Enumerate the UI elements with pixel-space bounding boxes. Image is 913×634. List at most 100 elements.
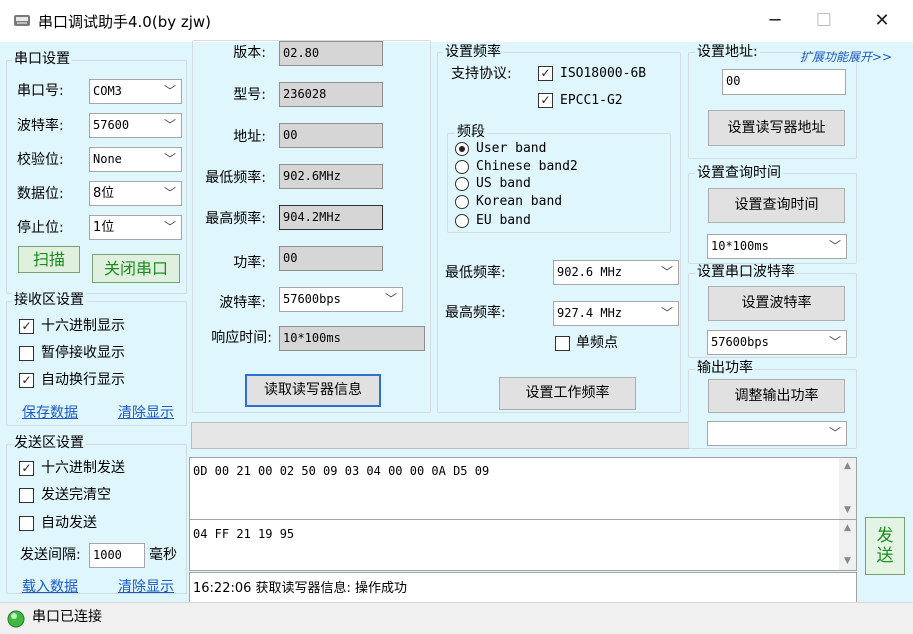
power-value: 00 xyxy=(283,251,298,265)
parity-select[interactable]: None ﹀ xyxy=(89,147,182,172)
expand-functions-link[interactable]: 扩展功能展开>> xyxy=(800,48,892,65)
databits-label: 数据位: xyxy=(17,186,64,202)
iso18000-label: ISO18000-6B xyxy=(560,66,647,81)
chevron-down-icon: ﹀ xyxy=(660,265,673,279)
address-field: 00 xyxy=(279,123,383,148)
connected-status-icon xyxy=(7,610,25,628)
clear-send-link[interactable]: 清除显示 xyxy=(118,576,174,596)
chevron-down-icon: ﹀ xyxy=(163,118,176,132)
min-freq-label: 最低频率: xyxy=(205,170,266,186)
set-query-time-button[interactable]: 设置查询时间 xyxy=(708,188,845,223)
hex-send-checkbox[interactable]: ✓ xyxy=(19,461,34,476)
autowrap-checkbox[interactable]: ✓ xyxy=(19,373,34,388)
close-window-button[interactable]: ✕ xyxy=(859,0,905,42)
port-select[interactable]: COM3 ﹀ xyxy=(89,79,182,104)
set-baud-button[interactable]: 设置波特率 xyxy=(708,286,845,321)
pause-checkbox[interactable] xyxy=(19,346,34,361)
scan-button[interactable]: 扫描 xyxy=(18,246,80,273)
log-box: 16:22:06 获取读写器信息: 操作成功 xyxy=(189,572,857,603)
minimize-button[interactable]: ─ xyxy=(752,0,798,42)
freq-max-label: 最高频率: xyxy=(445,305,506,321)
load-data-link[interactable]: 载入数据 xyxy=(22,576,78,596)
close-port-button[interactable]: 关闭串口 xyxy=(92,254,180,283)
baud-info-select[interactable]: 57600bps ﹀ xyxy=(279,287,403,312)
model-field: 236028 xyxy=(279,82,383,107)
address-input-value: 00 xyxy=(726,74,741,88)
address-settings-title: 设置地址: xyxy=(695,44,760,60)
output-power-select[interactable]: ﹀ xyxy=(707,421,847,446)
single-freq-label: 单频点 xyxy=(576,335,618,351)
save-data-link[interactable]: 保存数据 xyxy=(22,402,78,422)
auto-send-checkbox[interactable] xyxy=(19,516,34,531)
serial-baud-title: 设置串口波特率 xyxy=(695,264,797,280)
interval-input[interactable]: 1000 xyxy=(89,543,145,568)
output-power-title: 输出功率 xyxy=(695,360,755,376)
maximize-button[interactable]: ☐ xyxy=(801,0,847,42)
parity-label: 校验位: xyxy=(17,152,64,168)
band-label-eu: EU band xyxy=(476,213,531,228)
band-radio-chinese[interactable] xyxy=(455,160,469,174)
clear-receive-link[interactable]: 清除显示 xyxy=(118,402,174,422)
set-address-button[interactable]: 设置读写器地址 xyxy=(708,110,845,146)
receive-textarea[interactable]: 0D 00 21 00 02 50 09 03 04 00 00 0A D5 0… xyxy=(189,457,857,520)
chevron-down-icon: ﹀ xyxy=(828,426,841,440)
receive-scrollbar[interactable]: ▲ ▼ xyxy=(839,458,856,519)
band-label-us: US band xyxy=(476,176,531,191)
status-bar: 串口已连接 xyxy=(0,602,913,634)
hex-display-checkbox[interactable]: ✓ xyxy=(19,319,34,334)
send-textarea[interactable]: 04 FF 21 19 95 ▲ ▼ xyxy=(189,519,857,571)
address-input[interactable]: 00 xyxy=(722,69,846,95)
freq-max-select[interactable]: 927.4 MHz ﹀ xyxy=(553,301,679,326)
databits-value: 8位 xyxy=(93,186,115,201)
iso18000-checkbox[interactable]: ✓ xyxy=(538,66,553,81)
clear-after-label: 发送完清空 xyxy=(41,487,111,503)
baud-select[interactable]: 57600 ﹀ xyxy=(89,113,182,138)
power-label: 功率: xyxy=(233,255,266,271)
send-scrollbar[interactable]: ▲ ▼ xyxy=(839,520,856,570)
query-time-select[interactable]: 10*100ms ﹀ xyxy=(707,234,847,259)
band-radio-korean[interactable] xyxy=(455,195,469,209)
status-text: 串口已连接 xyxy=(32,609,102,625)
read-reader-info-button[interactable]: 读取读写器信息 xyxy=(245,374,381,407)
log-text: 16:22:06 获取读写器信息: 操作成功 xyxy=(193,581,408,596)
chevron-down-icon: ﹀ xyxy=(163,220,176,234)
response-label: 响应时间: xyxy=(211,330,272,346)
max-freq-field: 904.2MHz xyxy=(279,205,383,230)
title-bar: 串口调试助手4.0(by zjw) ─ ☐ ✕ xyxy=(0,0,913,42)
address-value: 00 xyxy=(283,128,298,142)
adjust-power-button[interactable]: 调整输出功率 xyxy=(708,379,845,413)
version-label: 版本: xyxy=(233,45,266,61)
receive-text: 0D 00 21 00 02 50 09 03 04 00 00 0A D5 0… xyxy=(193,464,490,478)
send-text: 04 FF 21 19 95 xyxy=(193,527,295,541)
send-button[interactable]: 发送 xyxy=(865,517,905,575)
chevron-down-icon: ﹀ xyxy=(163,84,176,98)
close-port-label: 关闭串口 xyxy=(103,259,168,278)
scan-button-label: 扫描 xyxy=(32,250,65,269)
single-freq-checkbox[interactable] xyxy=(555,336,570,351)
scroll-down-icon[interactable]: ▼ xyxy=(839,502,856,519)
freq-min-value: 902.6 MHz xyxy=(557,265,623,279)
version-value: 02.80 xyxy=(283,46,320,60)
band-radio-user[interactable] xyxy=(455,142,469,156)
parity-value: None xyxy=(93,152,122,166)
interval-label: 发送间隔: xyxy=(20,547,81,563)
serial-baud-select[interactable]: 57600bps ﹀ xyxy=(707,330,847,355)
hex-send-label: 十六进制发送 xyxy=(41,460,125,476)
set-freq-button[interactable]: 设置工作频率 xyxy=(499,377,636,410)
clear-after-checkbox[interactable] xyxy=(19,488,34,503)
freq-max-value: 927.4 MHz xyxy=(557,306,623,320)
stopbits-select[interactable]: 1位 ﹀ xyxy=(89,215,182,240)
scroll-up-icon[interactable]: ▲ xyxy=(839,458,856,475)
band-radio-eu[interactable] xyxy=(455,214,469,228)
freq-min-select[interactable]: 902.6 MHz ﹀ xyxy=(553,260,679,285)
address-label: 地址: xyxy=(233,129,266,145)
band-label-korean: Korean band xyxy=(476,194,563,209)
band-radio-us[interactable] xyxy=(455,177,469,191)
scroll-up-icon[interactable]: ▲ xyxy=(839,520,856,537)
scroll-down-icon[interactable]: ▼ xyxy=(839,553,856,570)
auto-send-label: 自动发送 xyxy=(41,515,97,531)
databits-select[interactable]: 8位 ﹀ xyxy=(89,181,182,206)
epcc1-checkbox[interactable]: ✓ xyxy=(538,93,553,108)
serial-baud-value: 57600bps xyxy=(711,335,769,349)
set-query-time-label: 设置查询时间 xyxy=(734,197,819,213)
